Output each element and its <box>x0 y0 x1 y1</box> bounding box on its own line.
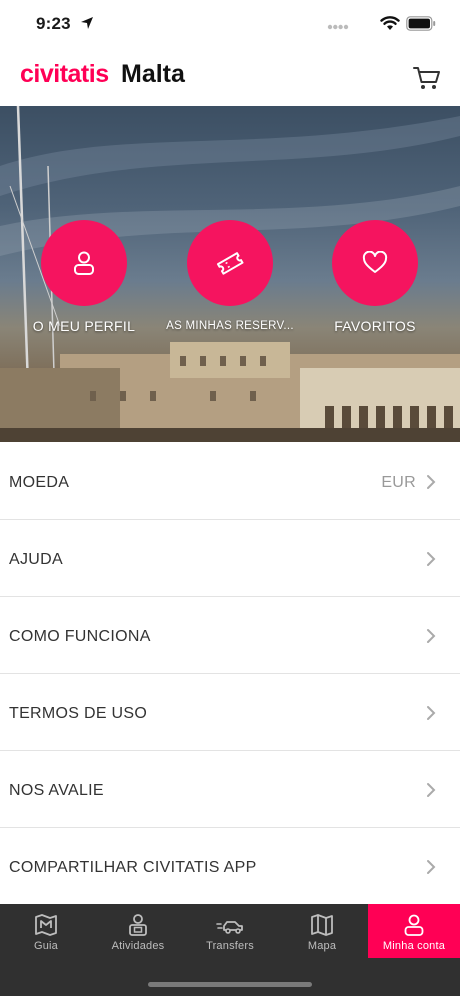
favorites-action[interactable]: FAVORITOS <box>295 220 455 334</box>
location-arrow-icon <box>81 17 93 29</box>
menu-item-rate-us[interactable]: NOS AVALIE <box>0 751 460 828</box>
cart-icon[interactable] <box>413 65 441 91</box>
battery-icon <box>406 16 436 31</box>
user-icon <box>74 251 94 275</box>
map-book-icon <box>35 914 57 936</box>
wifi-icon <box>380 16 400 30</box>
home-indicator[interactable] <box>148 982 312 987</box>
menu-item-share-app[interactable]: COMPARTILHAR CIVITATIS APP <box>0 828 460 905</box>
app-header: civitatis Malta <box>0 48 460 106</box>
map-icon <box>311 914 333 936</box>
tab-map[interactable]: Mapa <box>276 904 368 958</box>
menu-item-terms[interactable]: TERMOS DE USO <box>0 674 460 751</box>
brand-logo[interactable]: civitatis <box>20 60 109 89</box>
tab-label: Minha conta <box>382 940 446 952</box>
currency-value: EUR <box>381 474 416 491</box>
menu-item-label: TERMOS DE USO <box>9 705 148 722</box>
signal-dots-icon <box>327 24 349 30</box>
city-title: Malta <box>121 60 185 88</box>
favorites-label: FAVORITOS <box>334 318 416 334</box>
tab-label: Mapa <box>307 940 337 952</box>
menu-item-label: AJUDA <box>9 551 63 568</box>
status-bar: 9:23 <box>0 0 460 48</box>
heart-icon <box>362 251 388 273</box>
menu-item-currency[interactable]: MOEDA EUR <box>0 443 460 520</box>
menu-item-label: COMO FUNCIONA <box>9 628 151 645</box>
tab-my-account[interactable]: Minha conta <box>368 904 460 958</box>
tab-label: Transfers <box>206 940 254 952</box>
menu-item-label: MOEDA <box>9 474 70 491</box>
chevron-right-icon <box>427 629 436 643</box>
tab-activities[interactable]: Atividades <box>92 904 184 958</box>
favorites-button[interactable] <box>332 220 418 306</box>
my-bookings-button[interactable] <box>187 220 273 306</box>
settings-menu: MOEDA EUR AJUDA COMO FUNCIONA TERMOS DE … <box>0 443 460 905</box>
car-icon <box>216 921 243 934</box>
chevron-right-icon <box>427 475 436 489</box>
chevron-right-icon <box>427 552 436 566</box>
menu-item-help[interactable]: AJUDA <box>0 520 460 597</box>
chevron-right-icon <box>427 860 436 874</box>
my-profile-action[interactable]: O MEU PERFIL <box>4 220 164 334</box>
user-icon <box>404 914 424 936</box>
tab-label: Guia <box>33 940 59 952</box>
menu-item-label: COMPARTILHAR CIVITATIS APP <box>9 859 257 876</box>
my-profile-button[interactable] <box>41 220 127 306</box>
status-time: 9:23 <box>36 14 71 33</box>
my-profile-label: O MEU PERFIL <box>32 318 136 334</box>
tab-transfers[interactable]: Transfers <box>184 904 276 958</box>
my-bookings-action[interactable]: AS MINHAS RESERV... <box>150 220 310 332</box>
chevron-right-icon <box>427 783 436 797</box>
tab-label: Atividades <box>111 940 165 952</box>
chevron-right-icon <box>427 706 436 720</box>
hero-banner: O MEU PERFIL AS MINHAS RESERV... FAVORIT… <box>0 106 460 442</box>
menu-item-how-it-works[interactable]: COMO FUNCIONA <box>0 597 460 674</box>
menu-item-label: NOS AVALIE <box>9 782 104 799</box>
guide-person-icon <box>129 914 147 936</box>
ticket-icon <box>216 252 244 275</box>
my-bookings-label: AS MINHAS RESERV... <box>166 320 294 332</box>
tab-guide[interactable]: Guia <box>0 904 92 958</box>
